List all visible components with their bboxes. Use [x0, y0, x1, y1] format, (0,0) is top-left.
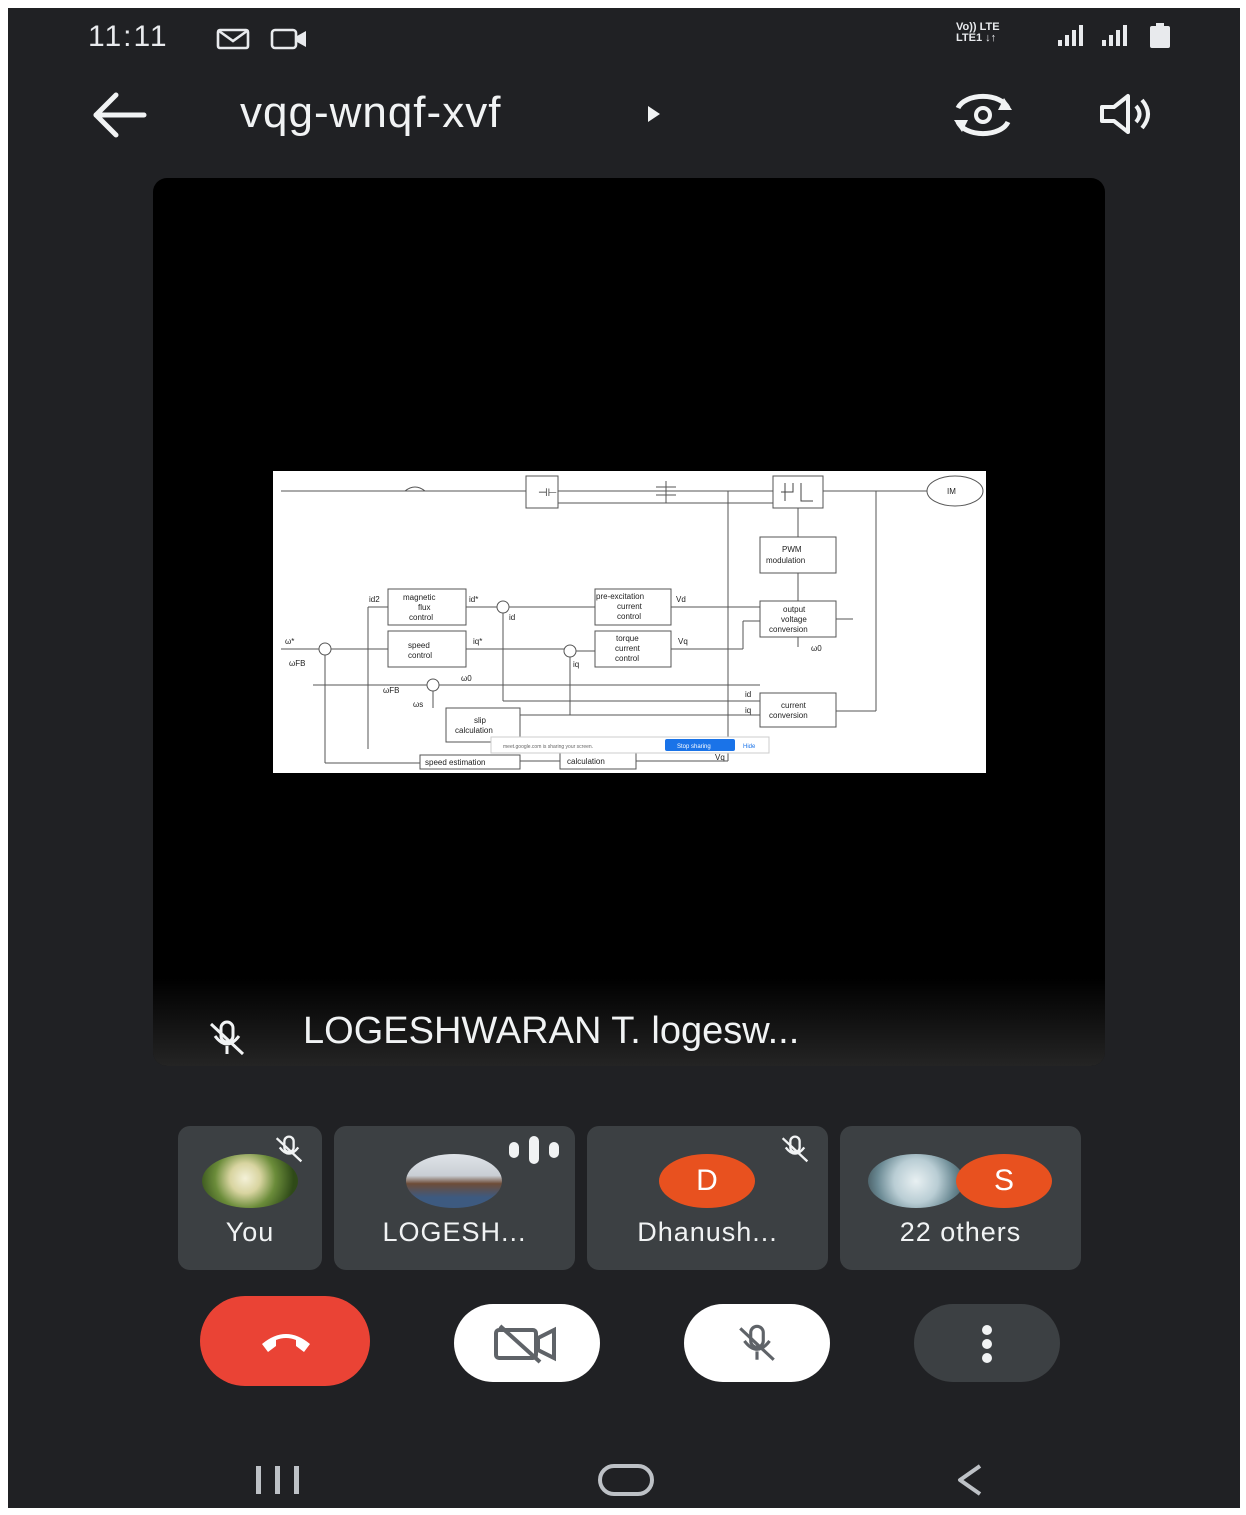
meeting-header: vqg-wnqf-xvf	[8, 68, 1240, 158]
sig-id-star: id*	[469, 595, 478, 604]
participant-tile-dhanush[interactable]: D Dhanush...	[587, 1126, 828, 1270]
hide-link[interactable]: Hide	[743, 744, 756, 750]
motor-label: IM	[947, 487, 956, 496]
speaking-indicator-icon	[509, 1136, 559, 1164]
more-options-button[interactable]	[914, 1304, 1060, 1382]
svg-text:control: control	[408, 651, 432, 660]
sig-id: id	[509, 613, 515, 622]
speaker-icon[interactable]	[1098, 92, 1158, 136]
share-notification-text: meet.google.com is sharing your screen.	[503, 744, 593, 750]
sig-w0-right: ω0	[811, 644, 822, 653]
svg-text:voltage: voltage	[781, 615, 807, 624]
participant-name: 22 others	[899, 1217, 1022, 1247]
network-type: Vo)) LTE LTE1 ↓↑	[956, 22, 1000, 44]
meet-call-screen: 11:11 Vo)) LTE LTE1 ↓↑ vqg-wnqf-xvf ⊣⊢ I…	[8, 8, 1240, 1508]
mic-off-icon	[209, 1020, 245, 1056]
network-line-2: LTE1 ↓↑	[956, 32, 997, 44]
sig-vq: Vq	[678, 637, 688, 646]
sig-iq: iq	[573, 660, 579, 669]
participant-tile-you[interactable]: You	[178, 1126, 322, 1270]
phone-hangup-icon	[262, 1334, 310, 1352]
sig-vq-bottom: Vq	[715, 753, 725, 762]
svg-text:current: current	[615, 644, 641, 653]
block-diagram: ⊣⊢ IM PWM modulation outputvoltageconver…	[281, 475, 984, 770]
camera-toggle-button[interactable]	[454, 1304, 600, 1382]
mic-toggle-button[interactable]	[684, 1304, 830, 1382]
svg-text:calculation: calculation	[455, 726, 493, 735]
svg-text:magnetic: magnetic	[403, 593, 435, 602]
stop-sharing-label: Stop sharing	[677, 744, 711, 750]
presenter-name: LOGESHWARAN T. logesw...	[303, 1010, 800, 1052]
nav-back-icon[interactable]	[952, 1462, 988, 1498]
mic-off-icon	[275, 1135, 303, 1163]
pwm-sub-label: modulation	[766, 556, 805, 565]
avatar	[406, 1154, 502, 1208]
svg-text:conversion: conversion	[769, 625, 808, 634]
participant-name: You	[225, 1217, 275, 1247]
participant-name: Dhanush...	[637, 1217, 778, 1247]
shared-screen: ⊣⊢ IM PWM modulation output voltage conver…	[273, 471, 986, 773]
svg-text:speed: speed	[408, 641, 430, 650]
participant-tile-others[interactable]: S 22 others	[840, 1126, 1081, 1270]
pwm-label: PWM	[782, 545, 802, 554]
svg-text:current: current	[781, 701, 807, 710]
sig-id2: id2	[369, 595, 380, 604]
sig-wfb: ωFB	[289, 659, 305, 668]
avatar	[868, 1154, 964, 1208]
svg-text:⊣⊢: ⊣⊢	[538, 487, 557, 499]
svg-text:torque: torque	[616, 634, 639, 643]
sig-w-star: ω*	[285, 637, 294, 646]
avatar: D	[659, 1154, 755, 1208]
svg-text:speed estimation: speed estimation	[425, 758, 485, 767]
sig-vd: Vd	[676, 595, 686, 604]
status-time: 11:11	[88, 20, 169, 53]
svg-text:output: output	[783, 605, 806, 614]
end-call-button[interactable]	[200, 1296, 370, 1386]
camera-off-icon	[494, 1324, 556, 1364]
mic-off-icon	[781, 1135, 809, 1163]
sig-wfb-2: ωFB	[383, 686, 399, 695]
svg-text:slip: slip	[474, 716, 487, 725]
battery-icon	[1150, 23, 1170, 48]
switch-camera-icon[interactable]	[948, 90, 1018, 140]
status-bar: 11:11 Vo)) LTE LTE1 ↓↑	[8, 8, 1240, 68]
svg-text:control: control	[617, 612, 641, 621]
svg-text:control: control	[409, 613, 433, 622]
signal-strength-2-icon	[1102, 25, 1127, 46]
mic-off-icon	[739, 1324, 775, 1361]
presentation-stage: ⊣⊢ IM PWM modulation output voltage conver…	[153, 178, 1105, 1066]
sig-w0: ω0	[461, 674, 472, 683]
sig-ws: ωs	[413, 700, 423, 709]
svg-text:current: current	[617, 602, 643, 611]
more-vert-icon	[982, 1325, 992, 1363]
back-arrow-icon[interactable]	[90, 90, 148, 140]
participant-name: LOGESH...	[382, 1217, 527, 1247]
sig-id-right: id	[745, 690, 751, 699]
gmail-icon	[216, 28, 250, 50]
sig-iq-right: iq	[745, 706, 751, 715]
home-icon[interactable]	[596, 1462, 656, 1498]
svg-text:control: control	[615, 654, 639, 663]
svg-text:pre-excitation: pre-excitation	[596, 592, 644, 601]
video-recording-icon	[270, 28, 306, 50]
sig-iq-star: iq*	[473, 637, 482, 646]
system-nav-bar	[8, 1438, 1240, 1508]
signal-strength-icon	[1058, 25, 1083, 46]
participant-tile-logesh[interactable]: LOGESH...	[334, 1126, 575, 1270]
svg-text:flux: flux	[418, 603, 430, 612]
caret-right-icon[interactable]	[646, 104, 662, 124]
meeting-code[interactable]: vqg-wnqf-xvf	[240, 88, 501, 138]
svg-text:calculation: calculation	[567, 757, 605, 766]
recent-apps-icon[interactable]	[252, 1464, 304, 1496]
svg-text:conversion: conversion	[769, 711, 808, 720]
avatar: S	[956, 1154, 1052, 1208]
